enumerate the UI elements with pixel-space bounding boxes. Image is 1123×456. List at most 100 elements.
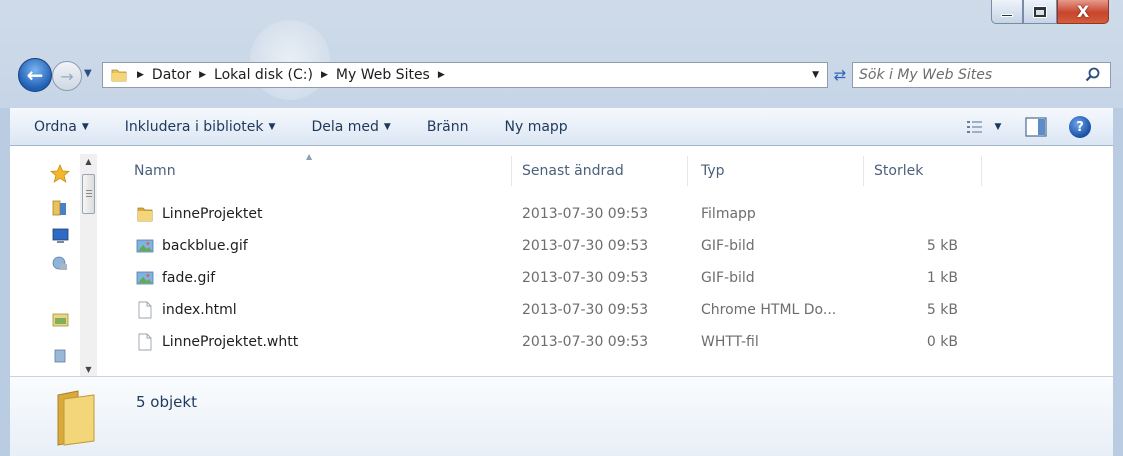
chevron-down-icon: ▼ (268, 121, 276, 132)
folder-icon (57, 390, 95, 446)
address-bar[interactable]: ▶ Dator ▶ Lokal disk (C:) ▶ My Web Sites… (102, 62, 828, 88)
share-label: Dela med (311, 118, 379, 135)
column-header-type[interactable]: Typ (688, 156, 864, 186)
libraries-icon[interactable] (50, 198, 70, 218)
sort-ascending-icon: ▲ (306, 152, 313, 161)
file-name-cell: LinneProjektet (106, 205, 512, 223)
toolbar-right: ▼ ? (961, 108, 1113, 146)
file-date: 2013-07-30 09:53 (522, 238, 649, 254)
breadcrumb-local-disk[interactable]: Lokal disk (C:) (214, 67, 313, 83)
scrollbar-thumb[interactable] (82, 174, 95, 214)
breadcrumb-separator-icon[interactable]: ▶ (438, 70, 445, 80)
file-type: Chrome HTML Do... (701, 302, 837, 318)
scroll-down-icon[interactable]: ▼ (80, 362, 97, 376)
file-date: 2013-07-30 09:53 (522, 206, 649, 222)
include-in-library-menu[interactable]: Inkludera i bibliotek ▼ (113, 119, 288, 135)
window-border-right (1113, 108, 1123, 456)
search-box[interactable] (852, 62, 1111, 88)
new-folder-label: Ny mapp (504, 118, 568, 135)
forward-arrow-icon: → (60, 66, 74, 86)
details-pane: 5 objekt (10, 376, 1113, 456)
document-icon (138, 333, 152, 351)
share-with-menu[interactable]: Dela med ▼ (299, 119, 402, 135)
item-count: 5 objekt (136, 393, 197, 411)
help-button[interactable]: ? (1069, 116, 1091, 138)
chevron-down-icon: ▼ (383, 121, 391, 132)
organize-menu[interactable]: Ordna ▼ (22, 119, 101, 135)
column-header-size-label: Storlek (874, 163, 924, 179)
chevron-down-icon: ▼ (84, 68, 92, 79)
back-arrow-icon: ← (26, 63, 44, 87)
column-header-date-modified[interactable]: Senast ändrad (512, 156, 688, 186)
navigation-pane-scrollbar[interactable]: ▲ ▼ (80, 154, 97, 376)
search-input[interactable] (853, 67, 1081, 83)
breadcrumb-my-web-sites[interactable]: My Web Sites (336, 67, 430, 83)
new-folder-button[interactable]: Ny mapp (493, 119, 580, 135)
organize-label: Ordna (34, 118, 77, 135)
file-size: 0 kB (926, 334, 958, 350)
column-header-size[interactable]: Storlek (864, 156, 982, 186)
file-row[interactable]: index.html 2013-07-30 09:53 Chrome HTML … (106, 298, 1113, 322)
breadcrumb-separator-icon[interactable]: ▶ (321, 70, 328, 80)
file-name: fade.gif (162, 270, 216, 286)
file-row[interactable]: LinneProjektet.whtt 2013-07-30 09:53 WHT… (106, 330, 1113, 354)
refresh-button[interactable]: ⇄ (830, 62, 850, 88)
file-size: 5 kB (926, 302, 958, 318)
column-headers: ▲ Namn Senast ändrad Typ Storlek (106, 152, 1113, 186)
file-type: WHTT-fil (701, 334, 759, 350)
column-header-name-label: Namn (134, 163, 176, 179)
column-header-type-label: Typ (701, 163, 725, 179)
change-view-button[interactable]: ▼ (961, 115, 1007, 139)
computer-icon[interactable] (50, 226, 70, 246)
recent-pages-dropdown[interactable]: ▼ (84, 68, 98, 82)
file-name-cell: LinneProjektet.whtt (106, 333, 512, 351)
file-date: 2013-07-30 09:53 (522, 302, 649, 318)
chevron-down-icon: ▼ (81, 121, 89, 132)
file-name: backblue.gif (162, 238, 248, 254)
address-dropdown-icon[interactable]: ▼ (812, 70, 819, 80)
network-icon[interactable] (50, 254, 70, 274)
file-type: GIF-bild (701, 238, 755, 254)
maximize-icon (1034, 6, 1046, 17)
file-name-cell: index.html (106, 301, 512, 319)
image-file-icon (136, 239, 154, 253)
file-date: 2013-07-30 09:53 (522, 270, 649, 286)
file-type: GIF-bild (701, 270, 755, 286)
image-file-icon (136, 271, 154, 285)
minimize-icon (1001, 14, 1013, 17)
file-name-cell: backblue.gif (106, 237, 512, 255)
recycle-bin-icon[interactable] (50, 344, 70, 364)
back-button[interactable]: ← (18, 58, 52, 92)
file-row[interactable]: backblue.gif 2013-07-30 09:53 GIF-bild 5… (106, 234, 1113, 258)
folder-icon (111, 69, 127, 82)
close-button[interactable]: X (1057, 0, 1109, 24)
file-row[interactable]: fade.gif 2013-07-30 09:53 GIF-bild 1 kB (106, 266, 1113, 290)
navigation-pane: ▲ ▼ (10, 146, 106, 376)
file-size: 1 kB (926, 270, 958, 286)
preview-pane-button[interactable] (1023, 115, 1049, 139)
burn-button[interactable]: Bränn (415, 119, 481, 135)
file-type: Filmapp (701, 206, 756, 222)
file-size: 5 kB (926, 238, 958, 254)
breadcrumb-computer[interactable]: Dator (152, 67, 191, 83)
search-icon[interactable] (1081, 63, 1105, 87)
breadcrumb-separator-icon[interactable]: ▶ (137, 70, 144, 80)
file-rows: LinneProjektet 2013-07-30 09:53 Filmapp … (106, 202, 1113, 362)
include-label: Inkludera i bibliotek (124, 118, 264, 135)
close-icon: X (1076, 2, 1090, 21)
document-icon (138, 301, 152, 319)
file-name: index.html (162, 302, 237, 318)
favorites-star-icon[interactable] (50, 164, 70, 184)
file-row[interactable]: LinneProjektet 2013-07-30 09:53 Filmapp (106, 202, 1113, 226)
grip-icon (86, 190, 92, 197)
help-icon: ? (1076, 119, 1084, 135)
forward-button[interactable]: → (52, 61, 82, 91)
maximize-button[interactable] (1023, 0, 1057, 24)
scroll-up-icon[interactable]: ▲ (80, 154, 97, 168)
file-name: LinneProjektet.whtt (162, 334, 299, 350)
control-panel-icon[interactable] (50, 310, 70, 330)
column-header-name[interactable]: ▲ Namn (106, 152, 512, 186)
breadcrumb-separator-icon[interactable]: ▶ (199, 70, 206, 80)
minimize-button[interactable] (991, 0, 1023, 24)
navigation-bar: ← → ▼ ▶ Dator ▶ Lokal disk (C:) ▶ My Web… (18, 58, 1113, 92)
